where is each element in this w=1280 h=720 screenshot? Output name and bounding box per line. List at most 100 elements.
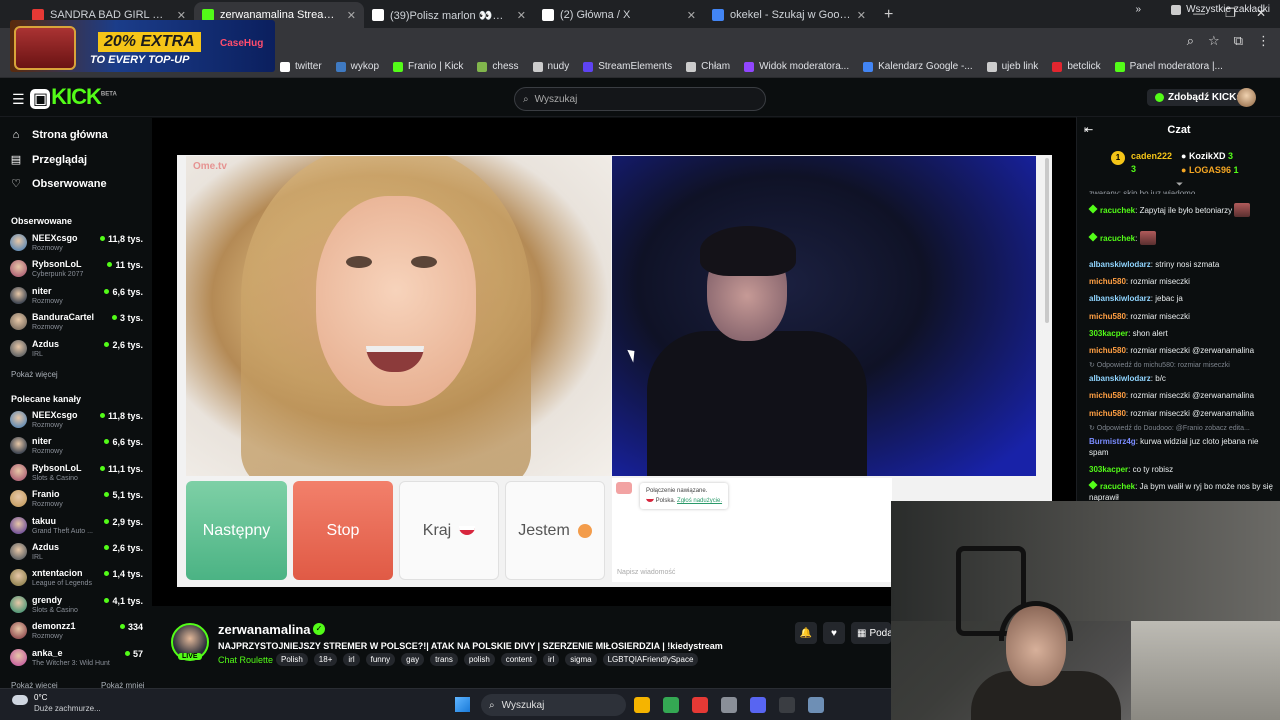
report-abuse-link[interactable]: Zgłoś nadużycie. [677,498,722,504]
bookmarks-overflow-icon[interactable]: » [1136,4,1142,15]
next-button[interactable]: Następny [186,481,287,580]
top-gifter-1[interactable]: caden222 [1131,151,1172,161]
user-avatar[interactable] [1237,88,1256,107]
taskbar-search[interactable]: ⌕ Wyszukaj [481,694,626,716]
bookmark-item[interactable]: Widok moderatora... [744,61,849,72]
chrome-icon[interactable] [663,697,679,713]
windows-start-icon[interactable] [455,697,470,712]
ometv-message-input[interactable]: Napisz wiadomość [617,569,675,576]
channel-item[interactable]: Azdus IRL 2,6 tys. [10,337,146,363]
nav-browse[interactable]: ▤ Przeglądaj [10,153,87,167]
stream-tag[interactable]: trans [430,653,458,666]
chat-username[interactable]: 303kacper [1089,465,1128,474]
terminal-icon[interactable] [779,697,795,713]
bookmark-item[interactable]: chess [477,61,519,72]
channel-item[interactable]: RybsonLoL Cyberpunk 2077 11 tys. [10,257,146,283]
search-input[interactable]: ⌕ Wyszukaj [514,87,766,111]
chat-username[interactable]: Burmistrz4g [1089,437,1136,446]
chat-username[interactable]: albanskiwlodarz [1089,294,1151,303]
i-am-button[interactable]: Jestem [505,481,605,580]
browser-tab[interactable]: okekel - Szukaj w Google ✕ [704,2,874,28]
country-button[interactable]: Kraj [399,481,499,580]
streamer-name[interactable]: zerwanamalina [218,622,311,637]
bookmark-item[interactable]: ujeb link [986,61,1038,72]
stream-tag[interactable]: Polish [276,653,308,666]
chat-username[interactable]: michu580 [1089,409,1126,418]
follow-heart-button[interactable]: ♥ [823,622,845,644]
chat-username[interactable]: michu580 [1089,277,1126,286]
top-gifter-2[interactable]: ● KozikXD 3 [1181,151,1233,161]
chat-username[interactable]: albanskiwlodarz [1089,260,1151,269]
close-tab-icon[interactable]: ✕ [517,9,526,22]
channel-item[interactable]: NEEXcsgo Rozmowy 11,8 tys. [10,408,146,434]
get-kicks-button[interactable]: Zdobądź KICKs [1147,89,1250,106]
close-tab-icon[interactable]: ✕ [687,9,696,22]
bookmark-item[interactable]: wykop [335,61,379,72]
chat-username[interactable]: michu580 [1089,346,1126,355]
stream-tag[interactable]: sigma [565,653,597,666]
show-more-followed[interactable]: Pokaż więcej [11,370,58,379]
top-gifter-3[interactable]: ● LOGAS96 1 [1181,165,1238,175]
kick-logo[interactable]: ▣ KICKBETA [30,84,117,110]
app-red-icon[interactable] [692,697,708,713]
promo-banner[interactable]: 20% EXTRA TO EVERY TOP-UP CaseHug [10,20,275,72]
bookmark-item[interactable]: Kalendarz Google -... [863,61,973,72]
settings-icon[interactable] [808,697,824,713]
stop-button[interactable]: Stop [293,481,393,580]
share-button[interactable]: ▦ Poda [851,622,893,644]
app-a-icon[interactable] [721,697,737,713]
nav-following[interactable]: ♡ Obserwowane [10,177,107,191]
bookmark-item[interactable]: twitter [280,61,322,72]
folder-icon[interactable] [634,697,650,713]
stream-tag[interactable]: gay [401,653,425,666]
ometv-scrollbar[interactable] [1045,158,1049,323]
stream-tag[interactable]: LGBTQIAFriendlySpace [602,653,699,666]
channel-item[interactable]: anka_e The Witcher 3: Wild Hunt 57 [10,646,146,672]
nav-home[interactable]: ⌂ Strona główna [10,129,108,141]
hamburger-menu-icon[interactable]: ☰ [12,91,25,108]
chat-username[interactable]: racuchek [1100,234,1135,243]
new-tab-button[interactable]: + [874,6,903,28]
stream-tag[interactable]: polish [463,653,495,666]
channel-item[interactable]: BanduraCartel Rozmowy 3 tys. [10,310,146,336]
discord-icon[interactable] [750,697,766,713]
channel-item[interactable]: NEEXcsgo Rozmowy 11,8 tys. [10,231,146,257]
chat-username[interactable]: racuchek [1100,482,1135,491]
bookmark-item[interactable]: StreamElements [583,61,672,72]
browser-tab[interactable]: (2) Główna / X ✕ [534,2,704,28]
bookmark-item[interactable]: betclick [1052,61,1101,72]
menu-icon[interactable]: ⋮ [1257,33,1270,49]
bookmark-item[interactable]: nudy [532,61,569,72]
bookmark-item[interactable]: Panel moderatora |... [1114,61,1223,72]
close-tab-icon[interactable]: ✕ [857,9,866,22]
extension-icon[interactable]: ⧉ [1234,33,1243,49]
stream-category[interactable]: Chat Roulette [218,655,273,665]
channel-item[interactable]: grendy Slots & Casino 4,1 tys. [10,593,146,619]
close-tab-icon[interactable]: ✕ [347,9,356,22]
stream-tag[interactable]: content [500,653,538,666]
channel-item[interactable]: demonzz1 Rozmowy 334 [10,619,146,645]
bookmark-item[interactable]: Franio | Kick [393,61,463,72]
channel-item[interactable]: RybsonLoL Slots & Casino 11,1 tys. [10,461,146,487]
stream-tag[interactable]: 18+ [313,653,338,666]
notification-bell-button[interactable]: 🔔 [795,622,817,644]
channel-item[interactable]: Franio Rozmowy 5,1 tys. [10,487,146,513]
chat-username[interactable]: racuchek [1100,206,1135,215]
bookmark-item[interactable]: Chłam [686,61,730,72]
stream-tag[interactable]: irl [543,653,560,666]
channel-item[interactable]: niter Rozmowy 6,6 tys. [10,284,146,310]
all-bookmarks[interactable]: Wszystkie zakładki [1171,4,1270,15]
chat-username[interactable]: michu580 [1089,312,1126,321]
channel-item[interactable]: xntentacion League of Legends 1,4 tys. [10,566,146,592]
channel-item[interactable]: niter Rozmowy 6,6 tys. [10,434,146,460]
bookmark-star-icon[interactable]: ☆ [1208,33,1220,49]
channel-item[interactable]: takuu Grand Theft Auto ... 2,9 tys. [10,514,146,540]
search-page-icon[interactable]: ⌕ [1187,33,1194,49]
chat-username[interactable]: michu580 [1089,391,1126,400]
chat-username[interactable]: albanskiwlodarz [1089,374,1151,383]
browser-tab[interactable]: (39)Polisz marlon 👀🔥 #edit ✕ [364,2,534,28]
stream-tag[interactable]: funny [365,653,396,666]
stream-tag[interactable]: irl [343,653,360,666]
chat-username[interactable]: 303kacper [1089,329,1128,338]
channel-item[interactable]: Azdus IRL 2,6 tys. [10,540,146,566]
